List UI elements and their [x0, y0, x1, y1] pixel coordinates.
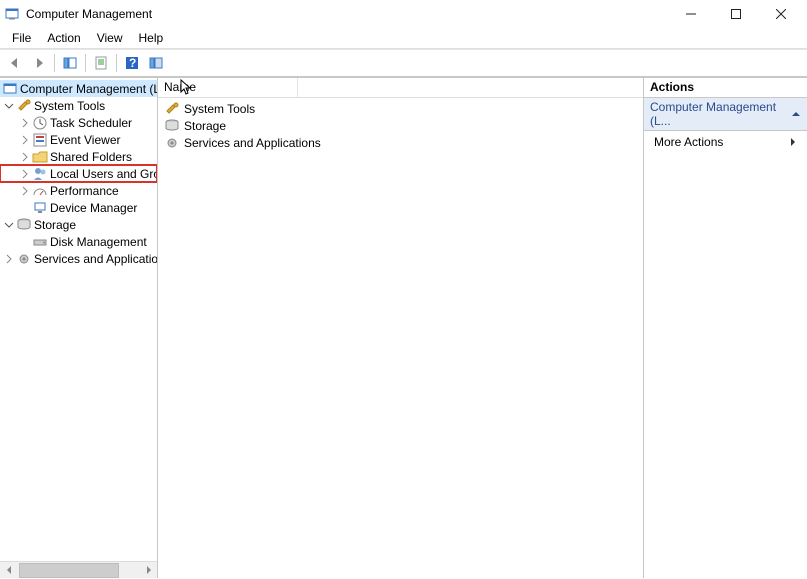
device-icon [32, 200, 48, 216]
window-controls [668, 0, 803, 28]
tree-disk-management[interactable]: Disk Management [0, 233, 157, 250]
spacer [18, 235, 32, 249]
actions-item-label: More Actions [654, 135, 723, 149]
toolbar-separator [116, 54, 117, 72]
tools-icon [164, 101, 180, 117]
storage-icon [164, 118, 180, 134]
gear-icon [16, 251, 32, 267]
window-title: Computer Management [26, 7, 668, 21]
tree-label: Performance [50, 184, 119, 198]
tree-device-manager[interactable]: Device Manager [0, 199, 157, 216]
toolbar: ? [0, 49, 807, 77]
chevron-right-icon[interactable] [18, 116, 32, 130]
list-body[interactable]: System Tools Storage Services and Applic… [158, 98, 643, 578]
menu-view[interactable]: View [89, 29, 131, 47]
scroll-thumb[interactable] [19, 563, 119, 578]
menu-help[interactable]: Help [131, 29, 172, 47]
help-button[interactable]: ? [121, 52, 143, 74]
folder-icon [32, 149, 48, 165]
close-button[interactable] [758, 0, 803, 28]
menu-file[interactable]: File [4, 29, 39, 47]
tree-event-viewer[interactable]: Event Viewer [0, 131, 157, 148]
chevron-down-icon[interactable] [2, 218, 16, 232]
gauge-icon [32, 183, 48, 199]
actions-group[interactable]: Computer Management (L... [644, 98, 807, 131]
tree-performance[interactable]: Performance [0, 182, 157, 199]
disk-icon [32, 234, 48, 250]
toolbar-separator [85, 54, 86, 72]
properties-button[interactable] [90, 52, 112, 74]
actions-group-label: Computer Management (L... [650, 100, 791, 128]
tree-label: Event Viewer [50, 133, 120, 147]
list-pane: Name System Tools Storage Services and A… [158, 78, 644, 578]
minimize-button[interactable] [668, 0, 713, 28]
tree-pane: Computer Management (Local System Tools … [0, 78, 158, 578]
tree-label: Task Scheduler [50, 116, 132, 130]
tree-horizontal-scrollbar[interactable] [0, 561, 157, 578]
chevron-right-icon [789, 137, 797, 147]
chevron-right-icon[interactable] [18, 167, 32, 181]
list-item-services-apps[interactable]: Services and Applications [162, 134, 639, 151]
tree-local-users-groups[interactable]: Local Users and Groups [0, 165, 157, 182]
event-icon [32, 132, 48, 148]
scroll-left-arrow[interactable] [0, 562, 17, 579]
clock-icon [32, 115, 48, 131]
svg-text:?: ? [129, 56, 136, 70]
computer-management-icon [2, 81, 18, 97]
menubar: File Action View Help [0, 28, 807, 48]
spacer [18, 201, 32, 215]
tree-shared-folders[interactable]: Shared Folders [0, 148, 157, 165]
collapse-up-icon[interactable] [791, 109, 801, 119]
tools-icon [16, 98, 32, 114]
tree-label: Storage [34, 218, 76, 232]
chevron-right-icon[interactable] [2, 252, 16, 266]
content-area: Computer Management (Local System Tools … [0, 77, 807, 578]
menu-action[interactable]: Action [39, 29, 88, 47]
tree-label: Shared Folders [50, 150, 132, 164]
tree-label: Local Users and Groups [50, 167, 157, 181]
back-button[interactable] [4, 52, 26, 74]
toolbar-separator [54, 54, 55, 72]
actions-more[interactable]: More Actions [644, 131, 807, 153]
refresh-button[interactable] [145, 52, 167, 74]
chevron-right-icon[interactable] [18, 184, 32, 198]
column-name[interactable]: Name [158, 78, 298, 97]
actions-pane: Actions Computer Management (L... More A… [644, 78, 807, 578]
titlebar: Computer Management [0, 0, 807, 28]
list-item-storage[interactable]: Storage [162, 117, 639, 134]
tree-label: Services and Applications [34, 252, 157, 266]
tree-storage[interactable]: Storage [0, 216, 157, 233]
tree-view[interactable]: Computer Management (Local System Tools … [0, 78, 157, 561]
chevron-down-icon[interactable] [2, 99, 16, 113]
tree-label: Computer Management (Local [20, 82, 157, 96]
app-icon [4, 6, 20, 22]
list-label: System Tools [184, 102, 255, 116]
list-label: Services and Applications [184, 136, 321, 150]
users-icon [32, 166, 48, 182]
tree-label: System Tools [34, 99, 105, 113]
forward-button[interactable] [28, 52, 50, 74]
list-item-system-tools[interactable]: System Tools [162, 100, 639, 117]
chevron-right-icon[interactable] [18, 133, 32, 147]
chevron-right-icon[interactable] [18, 150, 32, 164]
gear-icon [164, 135, 180, 151]
actions-header: Actions [644, 78, 807, 98]
cursor-icon [180, 79, 194, 97]
tree-label: Disk Management [50, 235, 147, 249]
tree-system-tools[interactable]: System Tools [0, 97, 157, 114]
scroll-right-arrow[interactable] [140, 562, 157, 579]
storage-icon [16, 217, 32, 233]
tree-services-apps[interactable]: Services and Applications [0, 250, 157, 267]
list-header: Name [158, 78, 643, 98]
maximize-button[interactable] [713, 0, 758, 28]
tree-task-scheduler[interactable]: Task Scheduler [0, 114, 157, 131]
show-hide-tree-button[interactable] [59, 52, 81, 74]
list-label: Storage [184, 119, 226, 133]
tree-label: Device Manager [50, 201, 137, 215]
tree-root[interactable]: Computer Management (Local [0, 80, 157, 97]
